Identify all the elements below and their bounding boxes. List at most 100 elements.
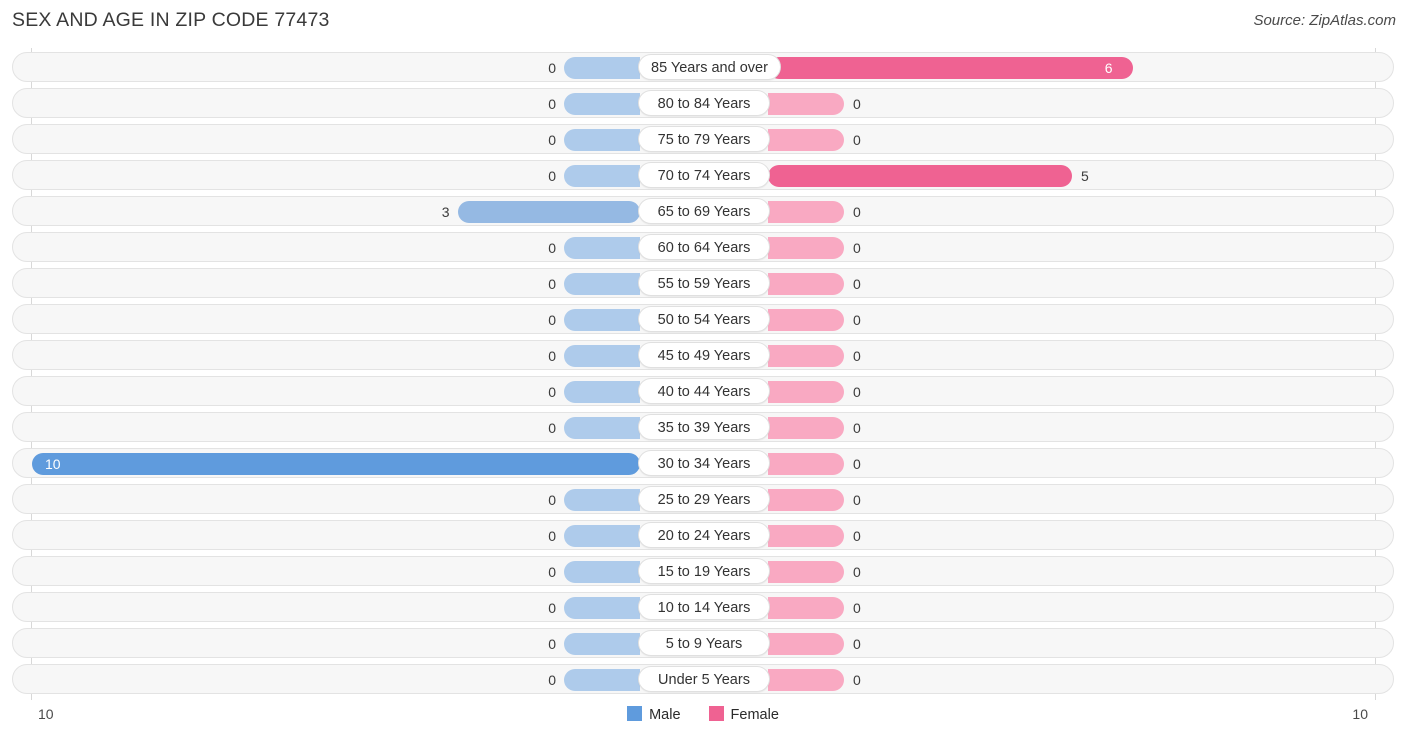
male-value-label: 0 <box>548 564 556 580</box>
age-group-label: 50 to 54 Years <box>638 306 770 332</box>
female-value-label: 5 <box>1081 168 1089 184</box>
age-group-label: 30 to 34 Years <box>638 450 770 476</box>
age-group-row: 0 0 Under 5 Years <box>12 664 1394 694</box>
legend-item-male: Male <box>627 706 681 723</box>
legend-swatch-female <box>708 706 724 721</box>
age-group-label: 80 to 84 Years <box>638 90 770 116</box>
female-bar <box>768 597 844 619</box>
female-value-label: 0 <box>853 564 861 580</box>
male-value-label: 3 <box>441 204 450 220</box>
male-bar <box>564 669 640 691</box>
female-bar <box>768 417 844 439</box>
age-group-row: 0 0 80 to 84 Years <box>12 88 1394 118</box>
male-value-label: 0 <box>548 312 556 328</box>
age-group-row: 0 0 75 to 79 Years <box>12 124 1394 154</box>
male-value-label: 0 <box>548 636 556 652</box>
male-bar <box>564 417 640 439</box>
age-group-label: 25 to 29 Years <box>638 486 770 512</box>
male-value-label: 0 <box>548 384 556 400</box>
male-bar <box>564 237 640 259</box>
female-value-label: 0 <box>853 348 861 364</box>
male-value-label: 0 <box>548 600 556 616</box>
female-bar <box>768 93 844 115</box>
female-value-label: 0 <box>853 636 861 652</box>
female-value-label: 6 <box>1104 60 1113 76</box>
male-value-label: 0 <box>548 492 556 508</box>
age-group-row: 0 0 50 to 54 Years <box>12 304 1394 334</box>
age-group-row: 0 0 45 to 49 Years <box>12 340 1394 370</box>
female-value-label: 0 <box>853 456 861 472</box>
age-group-row: 0 0 60 to 64 Years <box>12 232 1394 262</box>
female-bar <box>768 381 844 403</box>
age-group-row: 0 0 15 to 19 Years <box>12 556 1394 586</box>
female-value-label: 0 <box>853 96 861 112</box>
chart-header: SEX AND AGE IN ZIP CODE 77473 Source: Zi… <box>0 0 1406 46</box>
female-bar <box>768 561 844 583</box>
age-group-label: 85 Years and over <box>638 54 781 80</box>
male-bar <box>457 201 640 223</box>
female-value-label: 0 <box>853 384 861 400</box>
male-bar <box>564 381 640 403</box>
age-group-label: 10 to 14 Years <box>638 594 770 620</box>
female-bar <box>768 669 844 691</box>
male-value-label: 0 <box>548 276 556 292</box>
age-group-row: 0 0 25 to 29 Years <box>12 484 1394 514</box>
female-value-label: 0 <box>853 420 861 436</box>
age-group-label: 65 to 69 Years <box>638 198 770 224</box>
age-group-row: 0 0 40 to 44 Years <box>12 376 1394 406</box>
population-pyramid-plot: 0 6 85 Years and over 0 0 80 to 84 Years 0 0 75 … <box>0 48 1406 700</box>
legend-item-female: Female <box>708 706 779 723</box>
male-bar <box>564 525 640 547</box>
female-value-label: 0 <box>853 492 861 508</box>
male-bar <box>564 93 640 115</box>
age-group-label: 20 to 24 Years <box>638 522 770 548</box>
male-bar <box>32 453 640 475</box>
male-bar <box>564 489 640 511</box>
age-group-row: 0 0 10 to 14 Years <box>12 592 1394 622</box>
female-value-label: 0 <box>853 204 861 220</box>
female-value-label: 0 <box>853 132 861 148</box>
male-value-label: 0 <box>548 96 556 112</box>
age-group-row: 3 0 65 to 69 Years <box>12 196 1394 226</box>
age-group-label: 5 to 9 Years <box>638 630 770 656</box>
female-bar <box>768 345 844 367</box>
female-bar <box>768 165 1072 187</box>
male-value-label: 0 <box>548 168 556 184</box>
age-group-label: 75 to 79 Years <box>638 126 770 152</box>
female-value-label: 0 <box>853 672 861 688</box>
female-value-label: 0 <box>853 528 861 544</box>
age-group-label: 45 to 49 Years <box>638 342 770 368</box>
female-bar <box>768 525 844 547</box>
female-value-label: 0 <box>853 276 861 292</box>
male-value-label: 0 <box>548 60 556 76</box>
male-bar <box>564 57 640 79</box>
age-group-label: 60 to 64 Years <box>638 234 770 260</box>
age-group-label: Under 5 Years <box>638 666 770 692</box>
female-bar <box>768 633 844 655</box>
male-bar <box>564 309 640 331</box>
male-value-label: 0 <box>548 672 556 688</box>
age-group-row: 0 6 85 Years and over <box>12 52 1394 82</box>
age-group-label: 15 to 19 Years <box>638 558 770 584</box>
male-value-label: 0 <box>548 528 556 544</box>
female-value-label: 0 <box>853 600 861 616</box>
legend-label-male: Male <box>649 707 681 723</box>
male-value-label: 0 <box>548 348 556 364</box>
female-bar <box>768 453 844 475</box>
male-value-label: 10 <box>45 456 61 472</box>
male-value-label: 0 <box>548 240 556 256</box>
age-group-label: 55 to 59 Years <box>638 270 770 296</box>
age-group-label: 35 to 39 Years <box>638 414 770 440</box>
male-value-label: 0 <box>548 420 556 436</box>
female-bar <box>768 57 1133 79</box>
female-value-label: 0 <box>853 240 861 256</box>
male-value-label: 0 <box>548 132 556 148</box>
male-bar <box>564 165 640 187</box>
source-label: Source: ZipAtlas.com <box>1253 12 1396 29</box>
age-group-row: 0 5 70 to 74 Years <box>12 160 1394 190</box>
age-group-row: 0 0 35 to 39 Years <box>12 412 1394 442</box>
age-group-row: 0 0 55 to 59 Years <box>12 268 1394 298</box>
male-bar <box>564 561 640 583</box>
chart-footer: 10 10 Male Female <box>0 700 1406 740</box>
male-bar <box>564 345 640 367</box>
